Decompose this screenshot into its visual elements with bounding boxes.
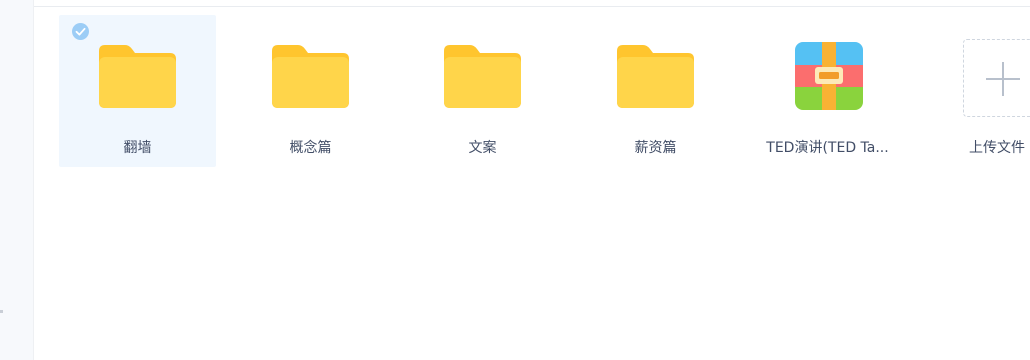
folder-icon: [444, 45, 521, 108]
file-name: TED演讲(TED Ta...: [766, 140, 889, 156]
upload-tile[interactable]: 上传文件: [921, 15, 1030, 167]
upload-button[interactable]: [963, 39, 1030, 117]
file-tile-folder[interactable]: 翻墙: [59, 15, 216, 167]
folder-icon: [617, 45, 694, 108]
file-tile-archive[interactable]: TED演讲(TED Ta...: [749, 15, 906, 167]
sidebar-strip: [0, 0, 34, 360]
file-tile-folder[interactable]: 概念篇: [232, 15, 389, 167]
folder-icon: [99, 45, 176, 108]
plus-icon: [1002, 62, 1004, 96]
file-name: 文案: [468, 140, 497, 156]
check-icon[interactable]: [72, 23, 89, 40]
upload-label: 上传文件: [969, 140, 1025, 156]
file-tile-folder[interactable]: 薪资篇: [577, 15, 734, 167]
file-grid: 翻墙 概念篇 文案 薪资篇 TED演讲(TED Ta... 上传文件: [59, 15, 1030, 167]
file-tile-folder[interactable]: 文案: [404, 15, 561, 167]
header-divider: [34, 6, 1030, 7]
folder-icon: [272, 45, 349, 108]
archive-icon: [795, 42, 863, 110]
file-name: 翻墙: [123, 140, 152, 156]
file-name: 概念篇: [289, 140, 332, 156]
file-name: 薪资篇: [634, 140, 677, 156]
sidebar-marker: [0, 310, 3, 313]
